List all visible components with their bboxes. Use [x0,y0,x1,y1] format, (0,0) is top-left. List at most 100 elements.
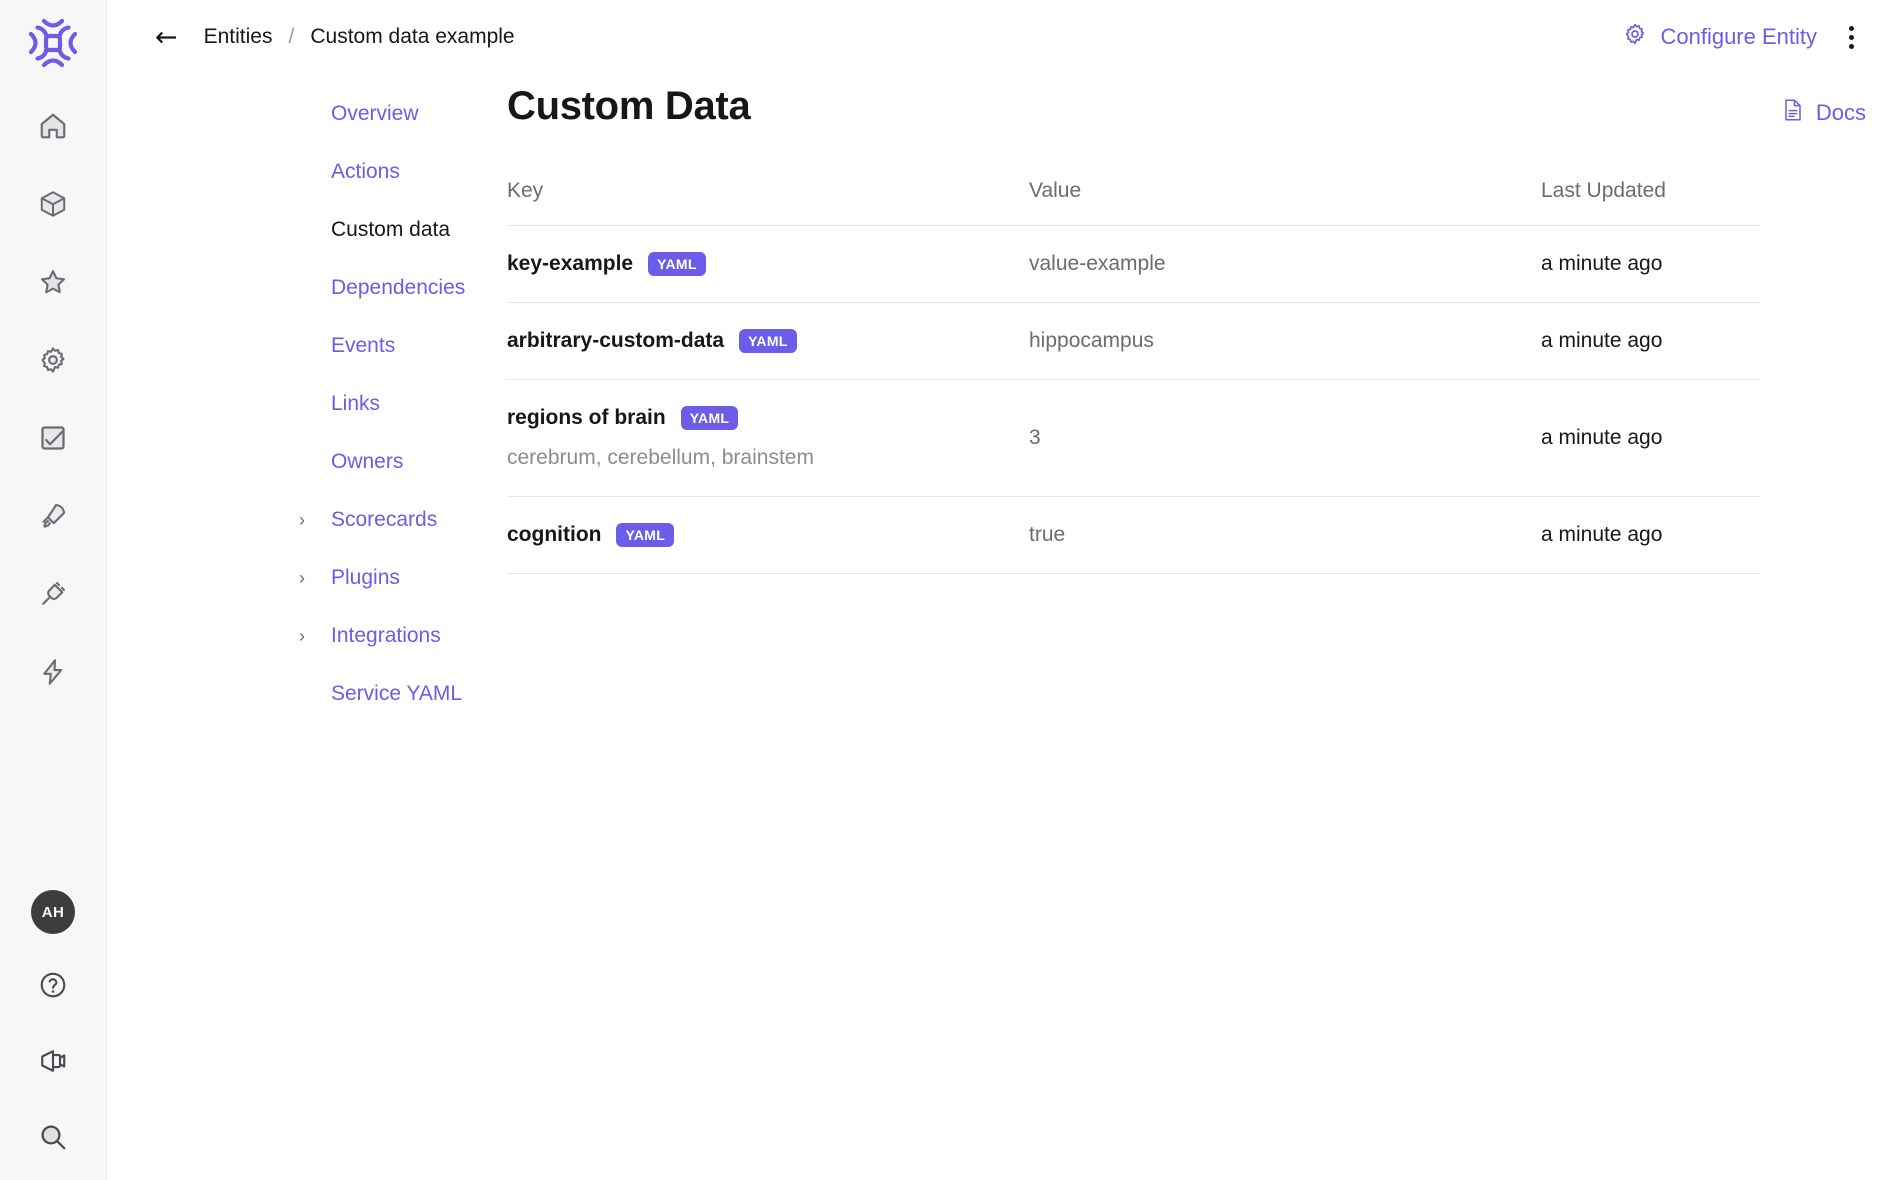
content-area: ← Entities / Custom data example Configu… [107,0,1902,1180]
table-row[interactable]: arbitrary-custom-data YAML hippocampus a… [507,302,1760,381]
key-name: cognition [507,523,602,547]
subnav-item-links[interactable]: Links [331,380,507,428]
cell-key: key-example YAML [507,225,1029,304]
subnav-item-dependencies[interactable]: Dependencies [331,264,507,312]
key-line: regions of brain YAML [507,406,1029,431]
status-badge[interactable]: YAML [616,523,675,548]
key-name: key-example [507,252,634,276]
docs-link[interactable]: Docs [1782,84,1866,128]
key-line: cognition YAML [507,523,1029,548]
avatar[interactable]: AH [31,890,75,934]
subnav-item-events[interactable]: Events [331,322,507,370]
cell-last-updated: a minute ago [1541,302,1760,381]
breadcrumb-parent[interactable]: Entities [204,25,273,49]
subnav-item-owners[interactable]: Owners [331,438,507,486]
table-row[interactable]: cognition YAML true a minute ago [507,496,1760,575]
subnav-item-custom-data[interactable]: Custom data [331,206,507,254]
cell-key: cognition YAML [507,496,1029,575]
key-line: arbitrary-custom-data YAML [507,329,1029,354]
configure-entity-label: Configure Entity [1660,24,1817,49]
cube-icon [38,189,68,224]
entity-subnav: Overview Actions Custom data Dependencie… [107,74,507,728]
cell-value: 3 [1029,379,1541,498]
custom-data-panel: Custom Data Docs Key Value Last Updated … [507,74,1902,728]
rail-item-search[interactable] [30,1116,76,1162]
plug-icon [38,579,68,614]
subnav-item-plugins[interactable]: › Plugins [299,554,507,602]
table-header: Key Value Last Updated [507,179,1760,226]
rail-icon-list [30,105,76,697]
subnav-label: Service YAML [331,682,463,705]
rail-item-scorecards[interactable] [30,417,76,463]
cell-last-updated: a minute ago [1541,496,1760,575]
app-root: AH ← Entities / Custom data example Conf… [0,0,1902,1180]
rail-item-catalog[interactable] [30,183,76,229]
kebab-menu-icon[interactable] [1837,18,1866,57]
document-icon [1782,98,1804,128]
table-header-row: Key Value Last Updated [507,179,1760,226]
subnav-item-integrations[interactable]: › Integrations [299,612,507,660]
subnav-label: Scorecards [331,508,438,531]
subnav-label: Overview [331,102,419,125]
status-badge[interactable]: YAML [680,406,739,431]
rail-item-initiatives[interactable] [30,495,76,541]
subnav-item-scorecards[interactable]: › Scorecards [299,496,507,544]
page-body: Overview Actions Custom data Dependencie… [107,74,1902,728]
cell-key: arbitrary-custom-data YAML [507,302,1029,381]
cell-value: true [1029,496,1541,575]
table-row[interactable]: regions of brain YAML cerebrum, cerebell… [507,379,1760,498]
key-name: regions of brain [507,406,666,430]
rail-bottom-group: AH [0,890,106,1162]
breadcrumb-separator: / [288,25,295,48]
home-icon [38,111,68,146]
primary-icon-rail: AH [0,0,107,1180]
top-bar-actions: Configure Entity [1623,18,1866,57]
subnav-label: Owners [331,450,404,473]
chevron-right-icon[interactable]: › [299,569,305,587]
subnav-label: Dependencies [331,276,466,299]
search-icon [38,1122,68,1157]
star-icon [38,267,68,302]
chevron-right-icon[interactable]: › [299,511,305,529]
subnav-item-actions[interactable]: Actions [331,148,507,196]
arrow-left-icon[interactable]: ← [155,24,178,51]
table-row[interactable]: key-example YAML value-example a minute … [507,225,1760,304]
breadcrumb: Entities / Custom data example [204,25,515,49]
rail-item-workflows[interactable] [30,651,76,697]
cell-last-updated: a minute ago [1541,225,1760,304]
status-badge[interactable]: YAML [648,252,706,277]
subnav-item-service-yaml[interactable]: Service YAML [331,670,507,718]
subnav-label: Events [331,334,396,357]
rail-item-announcements[interactable] [30,1040,76,1086]
chevron-right-icon[interactable]: › [299,627,305,645]
column-header-last-updated[interactable]: Last Updated [1541,179,1760,226]
lightning-icon [38,657,68,692]
gear-icon [38,345,68,380]
cell-key: regions of brain YAML cerebrum, cerebell… [507,379,1029,498]
table-body: key-example YAML value-example a minute … [507,225,1760,575]
column-header-value[interactable]: Value [1029,179,1541,226]
cell-last-updated: a minute ago [1541,379,1760,498]
key-name: arbitrary-custom-data [507,329,725,353]
rail-item-home[interactable] [30,105,76,151]
key-line: key-example YAML [507,252,1029,277]
page-title: Custom Data [507,84,751,128]
subnav-label: Actions [331,160,400,183]
cell-value: value-example [1029,225,1541,304]
cortex-logo[interactable] [24,14,82,77]
checkbox-icon [38,423,68,458]
question-circle-icon [38,970,68,1005]
key-description: cerebrum, cerebellum, brainstem [507,446,814,470]
configure-entity-button[interactable]: Configure Entity [1623,22,1817,52]
docs-label: Docs [1815,100,1866,125]
subnav-label: Plugins [331,566,400,589]
rail-item-favorites[interactable] [30,261,76,307]
rail-item-integrations[interactable] [30,573,76,619]
column-header-key[interactable]: Key [507,179,1029,226]
breadcrumb-current: Custom data example [310,25,515,48]
rail-item-help[interactable] [30,964,76,1010]
rail-item-settings[interactable] [30,339,76,385]
subnav-item-overview[interactable]: Overview [331,90,507,138]
status-badge[interactable]: YAML [739,329,797,354]
custom-data-table: Key Value Last Updated key-example YAML [507,179,1760,575]
